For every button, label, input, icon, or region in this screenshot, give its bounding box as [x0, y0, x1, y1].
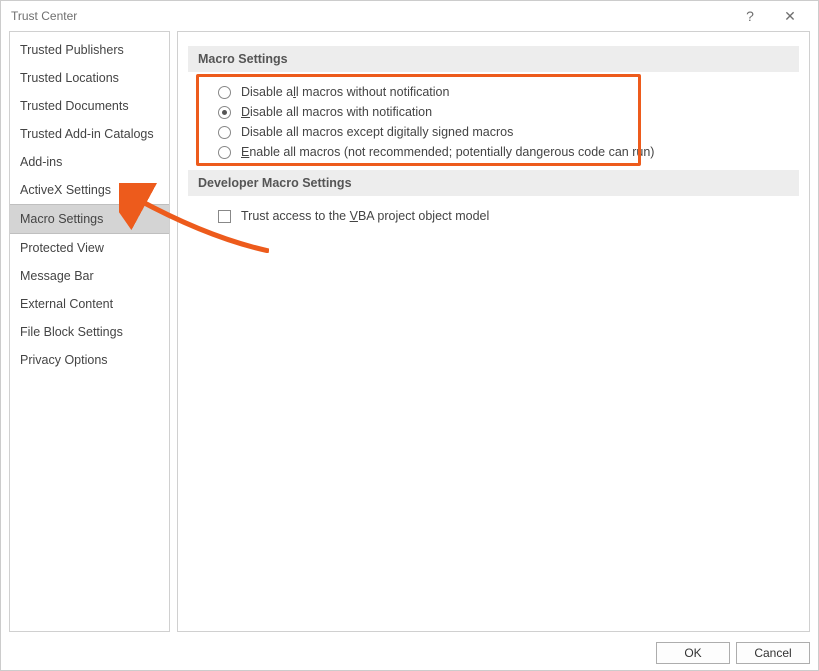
radio-label: Disable all macros except digitally sign…: [241, 125, 513, 139]
content-panel: Macro Settings Disable all macros withou…: [177, 31, 810, 632]
checkbox-label: Trust access to the VBA project object m…: [241, 209, 489, 223]
sidebar-item-trusted-addin-catalogs[interactable]: Trusted Add-in Catalogs: [10, 120, 169, 148]
radio-icon: [218, 106, 231, 119]
radio-label: Enable all macros (not recommended; pote…: [241, 145, 654, 159]
radio-disable-with-notification[interactable]: Disable all macros with notification: [218, 102, 793, 122]
sidebar-item-trusted-documents[interactable]: Trusted Documents: [10, 92, 169, 120]
help-icon[interactable]: ?: [730, 1, 770, 31]
window-title: Trust Center: [11, 9, 730, 23]
developer-macro-body: Trust access to the VBA project object m…: [188, 198, 799, 234]
radio-disable-except-signed[interactable]: Disable all macros except digitally sign…: [218, 122, 793, 142]
dialog-footer: OK Cancel: [656, 642, 810, 664]
radio-disable-no-notification[interactable]: Disable all macros without notification: [218, 82, 793, 102]
ok-button[interactable]: OK: [656, 642, 730, 664]
macro-settings-heading: Macro Settings: [188, 46, 799, 72]
radio-enable-all[interactable]: Enable all macros (not recommended; pote…: [218, 142, 793, 162]
sidebar-item-message-bar[interactable]: Message Bar: [10, 262, 169, 290]
sidebar: Trusted Publishers Trusted Locations Tru…: [9, 31, 170, 632]
macro-settings-body: Disable all macros without notification …: [188, 74, 799, 170]
main-area: Trusted Publishers Trusted Locations Tru…: [9, 31, 810, 632]
sidebar-item-activex-settings[interactable]: ActiveX Settings: [10, 176, 169, 204]
sidebar-item-file-block-settings[interactable]: File Block Settings: [10, 318, 169, 346]
sidebar-item-privacy-options[interactable]: Privacy Options: [10, 346, 169, 374]
cancel-button[interactable]: Cancel: [736, 642, 810, 664]
radio-label: Disable all macros with notification: [241, 105, 432, 119]
developer-macro-heading: Developer Macro Settings: [188, 170, 799, 196]
radio-icon: [218, 146, 231, 159]
sidebar-item-external-content[interactable]: External Content: [10, 290, 169, 318]
sidebar-item-macro-settings[interactable]: Macro Settings: [10, 204, 169, 234]
radio-icon: [218, 86, 231, 99]
checkbox-trust-vba[interactable]: Trust access to the VBA project object m…: [218, 206, 793, 226]
sidebar-item-addins[interactable]: Add-ins: [10, 148, 169, 176]
title-bar: Trust Center ? ✕: [1, 1, 818, 31]
sidebar-item-protected-view[interactable]: Protected View: [10, 234, 169, 262]
close-icon[interactable]: ✕: [770, 1, 810, 31]
sidebar-item-trusted-locations[interactable]: Trusted Locations: [10, 64, 169, 92]
checkbox-icon: [218, 210, 231, 223]
radio-icon: [218, 126, 231, 139]
radio-label: Disable all macros without notification: [241, 85, 449, 99]
sidebar-item-trusted-publishers[interactable]: Trusted Publishers: [10, 36, 169, 64]
